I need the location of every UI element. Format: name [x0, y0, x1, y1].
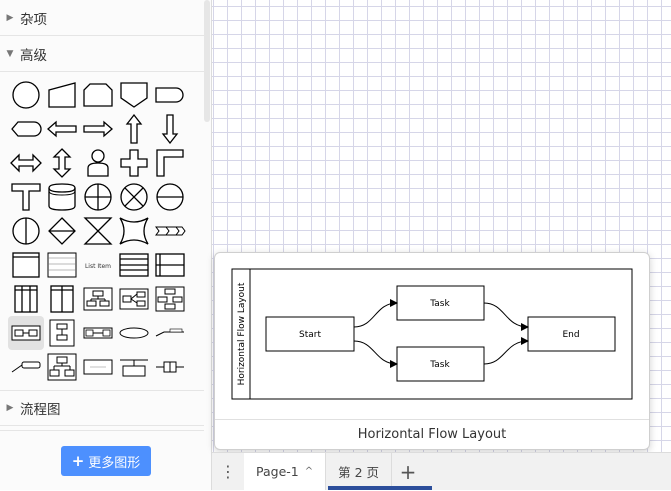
start-label: Start — [299, 330, 321, 340]
shape-ellipse-label[interactable] — [116, 316, 152, 350]
task-top-label: Task — [429, 299, 450, 309]
shape-actor[interactable] — [80, 146, 116, 180]
more-shapes-label: 更多图形 — [88, 455, 141, 471]
shape-list-item[interactable]: List Item — [80, 248, 116, 282]
shape-callout-line[interactable] — [152, 316, 188, 350]
shape-list[interactable] — [44, 248, 80, 282]
shape-vertical-pool[interactable] — [8, 282, 44, 316]
shape-tree-horizontal-2[interactable] — [152, 282, 188, 316]
shape-tee[interactable] — [8, 180, 44, 214]
shape-timeline-marker[interactable] — [152, 350, 188, 384]
shape-delay[interactable] — [152, 78, 188, 112]
shape-link-callout[interactable] — [8, 350, 44, 384]
shape-line-ellipse[interactable] — [152, 180, 188, 214]
shape-library-advanced: List Item — [8, 78, 198, 384]
shape-manual-input[interactable] — [44, 78, 80, 112]
shape-horizontal-pool-2[interactable] — [152, 248, 188, 282]
shape-cross[interactable] — [116, 146, 152, 180]
shape-preview-popup: Horizontal Flow Layout Start Task Task E… — [214, 252, 650, 450]
shape-corner[interactable] — [152, 146, 188, 180]
taskbar-strip — [328, 486, 432, 490]
shape-horizontal-flow-layout[interactable] — [8, 316, 44, 350]
shape-vertical-pool-2[interactable] — [44, 282, 80, 316]
shape-circle[interactable] — [8, 78, 44, 112]
section-flowchart-label: 流程图 — [20, 402, 61, 418]
sidebar-scrollbar[interactable] — [204, 0, 210, 122]
section-advanced[interactable]: ▼ 高级 — [0, 36, 204, 72]
tab-page-2-label: 第 2 页 — [338, 465, 380, 480]
section-misc-label: 杂项 — [20, 11, 47, 28]
shape-timeline-box[interactable] — [116, 350, 152, 384]
page-tabbar: ⋮ Page-1 ^ 第 2 页 + — [212, 452, 671, 490]
plus-icon: + — [71, 452, 85, 470]
svg-text:List Item: List Item — [85, 263, 111, 270]
section-flowchart[interactable]: ▶ 流程图 — [0, 390, 204, 426]
shape-org-tree[interactable] — [44, 350, 80, 384]
chevron-up-icon[interactable]: ^ — [305, 466, 313, 477]
end-label: End — [562, 330, 579, 340]
shape-container[interactable] — [8, 248, 44, 282]
shape-arrow-down[interactable] — [152, 112, 188, 146]
sidebar: ▶ 杂项 ▼ 高级 List Item ▶ 流程图 + 更多图形 — [0, 0, 212, 490]
shape-vertical-flow-layout[interactable] — [44, 316, 80, 350]
shape-tree-vertical[interactable] — [80, 282, 116, 316]
pool-label: Horizontal Flow Layout — [237, 282, 247, 385]
popup-title: Horizontal Flow Layout — [215, 419, 649, 450]
shape-arrow-horizontal-double[interactable] — [8, 146, 44, 180]
shape-process-chevrons[interactable] — [152, 214, 188, 248]
shape-horizontal-flow-2[interactable] — [80, 316, 116, 350]
section-advanced-label: 高级 — [20, 47, 47, 64]
shape-display[interactable] — [8, 112, 44, 146]
pages-menu-icon[interactable]: ⋮ — [212, 462, 244, 481]
more-shapes-button[interactable]: + 更多图形 — [61, 446, 151, 476]
shape-component[interactable] — [80, 350, 116, 384]
shape-offpage-connector[interactable] — [116, 78, 152, 112]
task-bottom-label: Task — [429, 360, 450, 370]
flow-layout-preview: Horizontal Flow Layout Start Task Task E… — [231, 268, 633, 400]
caret-right-icon: ▶ — [6, 12, 14, 23]
shape-arrow-vertical-double[interactable] — [44, 146, 80, 180]
add-page-icon[interactable]: + — [392, 460, 424, 484]
tab-page-1-label: Page-1 — [256, 464, 299, 479]
caret-down-icon: ▼ — [6, 48, 14, 59]
shape-collate[interactable] — [80, 214, 116, 248]
shape-switch[interactable] — [116, 214, 152, 248]
shape-vertical-line-ellipse[interactable] — [8, 214, 44, 248]
shape-or[interactable] — [80, 180, 116, 214]
shape-loop-limit[interactable] — [80, 78, 116, 112]
shape-arrow-right[interactable] — [80, 112, 116, 146]
tab-page-1[interactable]: Page-1 ^ — [244, 453, 327, 490]
section-misc[interactable]: ▶ 杂项 — [0, 0, 204, 36]
shape-sort[interactable] — [44, 214, 80, 248]
sidebar-footer: + 更多图形 — [0, 430, 204, 491]
shape-arrow-left[interactable] — [44, 112, 80, 146]
shape-database[interactable] — [44, 180, 80, 214]
shape-summing-junction[interactable] — [116, 180, 152, 214]
shape-arrow-up[interactable] — [116, 112, 152, 146]
tab-page-2[interactable]: 第 2 页 — [326, 453, 393, 490]
shape-tree-horizontal[interactable] — [116, 282, 152, 316]
shape-horizontal-pool[interactable] — [116, 248, 152, 282]
caret-right-icon: ▶ — [6, 403, 14, 413]
